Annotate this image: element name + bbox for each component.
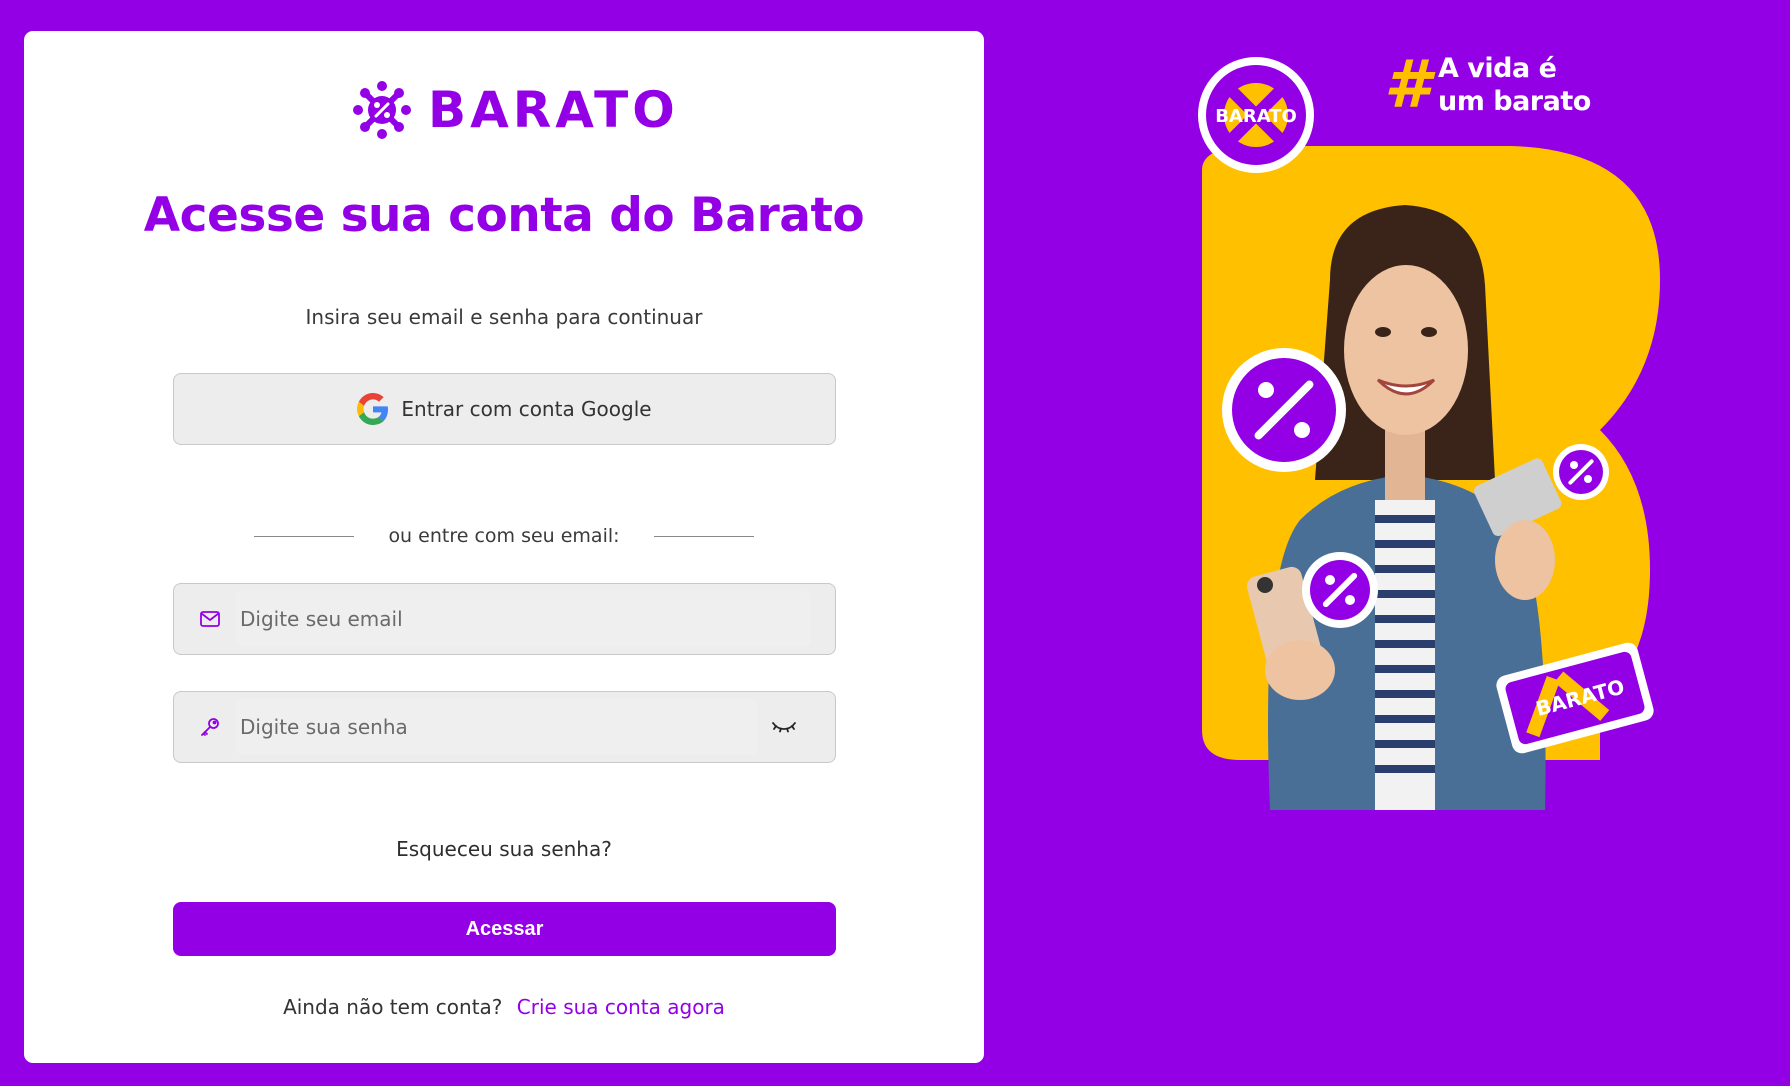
key-icon bbox=[201, 718, 219, 736]
email-divider: ou entre com seu email: bbox=[254, 521, 754, 551]
hash-symbol: # bbox=[1384, 46, 1430, 123]
discount-badge-small bbox=[1553, 444, 1609, 500]
login-page: BARATO Acesse sua conta do Barato Insira… bbox=[0, 0, 1790, 1086]
email-input[interactable] bbox=[236, 591, 811, 647]
brand-logo: BARATO bbox=[352, 78, 679, 142]
signup-link[interactable]: Crie sua conta agora bbox=[517, 995, 725, 1019]
google-login-label: Entrar com conta Google bbox=[401, 397, 652, 421]
hashtag-text: A vida é um barato bbox=[1438, 52, 1591, 118]
divider-line-left bbox=[254, 535, 354, 537]
promo-banner: BARATO BARATO # A vida é um barato bbox=[1180, 50, 1680, 820]
page-title: Acesse sua conta do Barato bbox=[143, 188, 865, 243]
login-card: BARATO Acesse sua conta do Barato Insira… bbox=[24, 31, 984, 1063]
promo-illustration: BARATO BARATO bbox=[1198, 57, 1660, 810]
google-icon bbox=[357, 393, 389, 425]
email-field bbox=[173, 583, 836, 655]
mail-icon bbox=[200, 611, 220, 627]
svg-text:BARATO: BARATO bbox=[1215, 106, 1297, 127]
google-login-button[interactable]: Entrar com conta Google bbox=[173, 373, 836, 445]
divider-line-right bbox=[653, 535, 754, 537]
brand-logo-text: BARATO bbox=[428, 81, 679, 139]
discount-badge-medium bbox=[1302, 552, 1378, 628]
discount-badge-large bbox=[1222, 348, 1346, 472]
divider-text: ou entre com seu email: bbox=[388, 525, 620, 547]
brand-badge: BARATO bbox=[1198, 57, 1314, 173]
eye-closed-icon[interactable] bbox=[771, 718, 797, 736]
signup-row: Ainda não tem conta? Crie sua conta agor… bbox=[24, 995, 984, 1019]
forgot-password-link[interactable]: Esqueceu sua senha? bbox=[24, 837, 984, 861]
hashtag-line-1: A vida é bbox=[1438, 53, 1557, 84]
hashtag-line-2: um barato bbox=[1438, 86, 1591, 117]
signup-prompt: Ainda não tem conta? bbox=[283, 995, 503, 1019]
page-subtitle: Insira seu email e senha para continuar bbox=[305, 305, 703, 329]
promo-hashtag: # A vida é um barato bbox=[1384, 50, 1684, 130]
submit-button[interactable]: Acessar bbox=[173, 902, 836, 956]
brand-logo-icon bbox=[353, 81, 411, 139]
password-input[interactable] bbox=[236, 699, 757, 755]
password-field bbox=[173, 691, 836, 763]
